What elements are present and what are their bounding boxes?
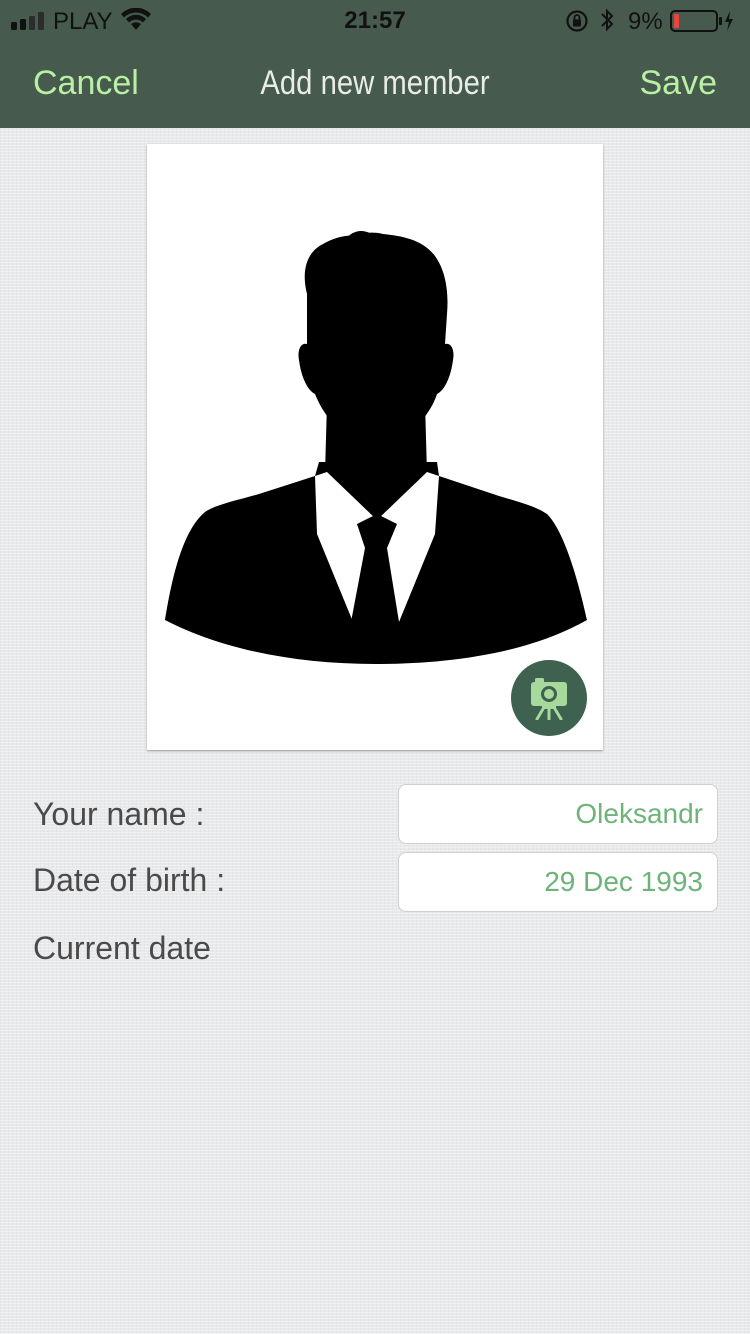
save-button[interactable]: Save: [640, 64, 718, 103]
header: PLAY 21:57 9% Cancel Add new member Save: [0, 0, 750, 128]
battery-icon: [670, 10, 733, 32]
date-of-birth-label: Date of birth :: [33, 862, 226, 898]
camera-button[interactable]: [511, 660, 587, 736]
date-of-birth-field[interactable]: 29 Dec 1993: [398, 852, 718, 912]
bluetooth-icon: [601, 8, 614, 32]
name-field[interactable]: Oleksandr: [398, 784, 718, 844]
camera-icon: [531, 678, 567, 720]
navigation-bar: Cancel Add new member Save: [0, 40, 750, 128]
battery-percentage: 9%: [628, 8, 663, 35]
name-label: Your name :: [33, 796, 205, 832]
orientation-lock-icon: [566, 10, 588, 32]
member-photo[interactable]: [147, 144, 603, 750]
status-bar: PLAY 21:57 9%: [0, 0, 750, 40]
page-title: Add new member: [260, 64, 490, 102]
person-silhouette-icon: [165, 231, 587, 664]
current-date-label: Current date: [33, 930, 211, 966]
